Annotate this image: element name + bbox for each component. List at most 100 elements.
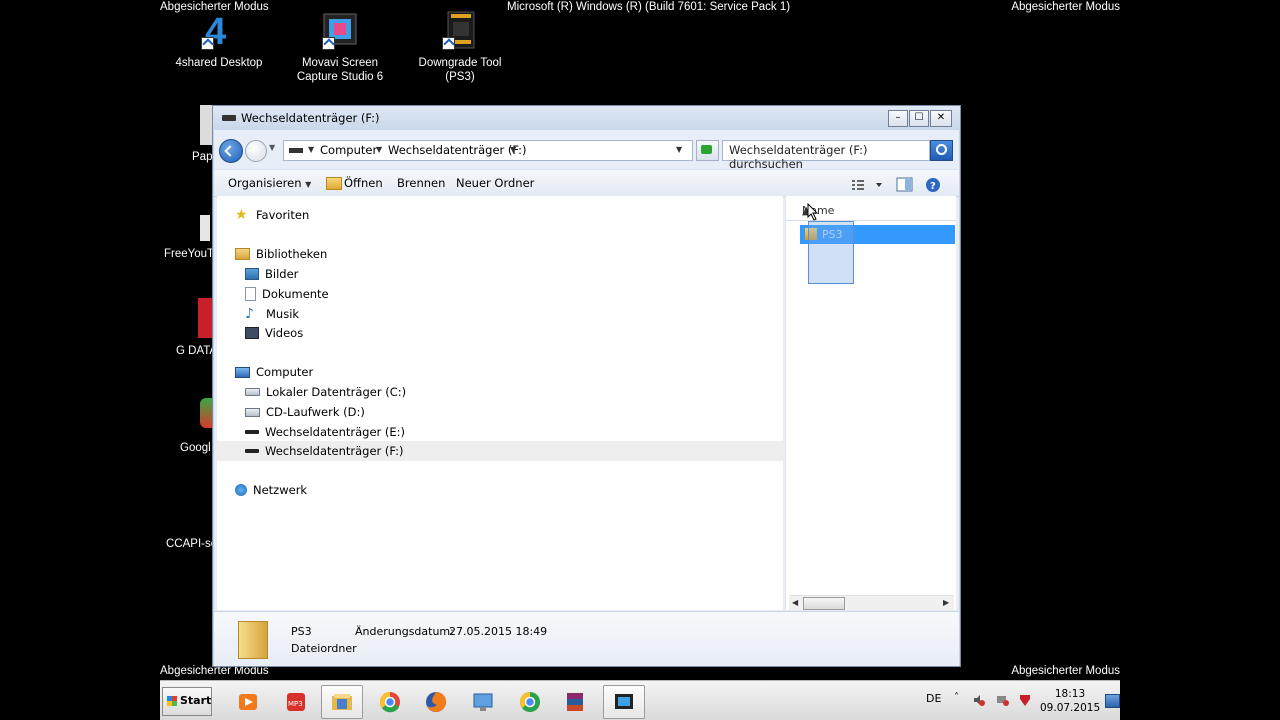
4shared-icon: 4 <box>199 10 239 53</box>
desktop-icon-clipped[interactable]: Googl <box>180 442 211 454</box>
taskbar-app-mp3[interactable]: MP3 <box>275 685 317 719</box>
recent-pages-chevron-icon[interactable]: ▼ <box>269 143 275 152</box>
nav-item-drive-f[interactable]: Wechseldatenträger (F:) <box>245 444 403 458</box>
folder-icon <box>332 694 352 710</box>
new-folder-button[interactable]: Neuer Ordner <box>456 176 534 190</box>
network-error-icon[interactable] <box>996 693 1010 707</box>
breadcrumb-chevron-icon[interactable]: ▼ <box>376 145 382 154</box>
nav-item-drive-c[interactable]: Lokaler Datenträger (C:) <box>245 385 406 399</box>
nav-label: Wechseldatenträger (F:) <box>265 444 404 458</box>
nav-item-computer[interactable]: Computer <box>235 365 313 379</box>
language-indicator[interactable]: DE <box>926 692 941 705</box>
window-title: Wechseldatenträger (F:) <box>241 111 380 125</box>
drag-selection-rectangle <box>808 221 854 284</box>
minimize-button[interactable]: – <box>888 110 908 127</box>
nav-item-pictures[interactable]: Bilder <box>245 267 298 281</box>
nav-label: Netzwerk <box>253 483 308 497</box>
removable-drive-icon <box>245 449 259 453</box>
taskbar-app-firefox[interactable] <box>415 685 457 719</box>
windows-logo-icon <box>167 696 177 706</box>
google-chrome-icon <box>200 398 212 428</box>
start-label: Start <box>180 694 212 707</box>
forward-button[interactable] <box>245 140 267 162</box>
desktop-icon-label: 4shared Desktop <box>175 57 263 69</box>
desktop-icon-downgrade-tool[interactable]: Downgrade Tool (PS3) <box>415 10 505 84</box>
paper-icon <box>200 105 212 145</box>
search-icon[interactable] <box>930 140 953 161</box>
scroll-right-icon[interactable]: ▶ <box>943 598 949 607</box>
open-folder-icon <box>326 177 342 190</box>
desktop-icon-clipped[interactable]: Pap <box>192 151 212 163</box>
breadcrumb-computer[interactable]: Computer <box>320 143 377 157</box>
music-note-icon: ♪ <box>245 305 254 322</box>
details-type: Dateiordner <box>291 642 357 655</box>
taskbar-app-chrome-2[interactable] <box>509 685 551 719</box>
details-modified-value: 27.05.2015 18:49 <box>449 625 548 638</box>
nav-item-libraries[interactable]: Bibliotheken <box>235 247 327 261</box>
organize-button[interactable]: Organisieren ▼ <box>228 176 311 190</box>
shortcut-arrow-icon <box>322 37 335 50</box>
nav-label: Lokaler Datenträger (C:) <box>266 385 407 399</box>
desktop-icon-clipped[interactable]: G DATA <box>176 345 217 357</box>
removable-drive-icon <box>222 115 236 121</box>
svg-text:?: ? <box>930 181 936 192</box>
clock[interactable]: 18:13 09.07.2015 <box>1040 687 1100 715</box>
desktop-icon-movavi[interactable]: Movavi Screen Capture Studio 6 <box>295 10 385 84</box>
desktop-icon-clipped[interactable]: CCAPI-se <box>166 538 217 550</box>
movavi-icon <box>320 10 360 50</box>
action-center-icon[interactable] <box>1105 694 1120 708</box>
network-icon <box>235 484 247 496</box>
breadcrumb-chevron-icon[interactable]: ▼ <box>308 145 314 154</box>
network-tool-icon <box>473 693 493 711</box>
breadcrumb-drive-f[interactable]: Wechseldatenträger (F:) <box>388 143 526 157</box>
taskbar-app-movavi[interactable] <box>603 685 645 719</box>
nav-item-documents[interactable]: Dokumente <box>245 287 329 301</box>
downgrade-tool-icon <box>440 10 480 50</box>
horizontal-scrollbar[interactable]: ◀ ▶ <box>789 595 954 610</box>
nav-item-drive-d[interactable]: CD-Laufwerk (D:) <box>245 405 365 419</box>
gdata-tray-icon[interactable] <box>1018 693 1032 707</box>
nav-item-network[interactable]: Netzwerk <box>235 483 307 497</box>
document-icon <box>245 287 256 301</box>
taskbar: Start MP3 DE ˄ 18:13 09.07.2015 <box>160 680 1120 720</box>
taskbar-app-network-tool[interactable] <box>462 685 504 719</box>
pictures-icon <box>245 268 259 280</box>
taskbar-app-media-player[interactable] <box>227 685 269 719</box>
computer-icon <box>235 366 250 378</box>
start-button[interactable]: Start <box>162 687 212 716</box>
movavi-icon <box>615 694 633 709</box>
back-button[interactable] <box>219 139 243 163</box>
taskbar-app-winrar[interactable] <box>554 685 596 719</box>
nav-item-music[interactable]: ♪ Musik <box>245 305 299 322</box>
open-button[interactable]: Öffnen <box>344 176 383 190</box>
close-button[interactable]: ✕ <box>930 110 952 127</box>
refresh-button[interactable] <box>696 140 719 161</box>
help-icon: ? <box>926 178 940 192</box>
desktop-icon-clipped[interactable]: FreeYouT <box>164 248 214 260</box>
star-icon: ★ <box>235 206 248 223</box>
nav-item-favorites[interactable]: ★ Favoriten <box>235 206 309 223</box>
desktop-icon-4shared[interactable]: 4 4shared Desktop <box>174 10 264 70</box>
taskbar-app-chrome[interactable] <box>369 685 411 719</box>
scroll-left-icon[interactable]: ◀ <box>792 598 798 607</box>
show-hidden-icons-chevron-icon[interactable]: ˄ <box>954 692 959 703</box>
address-bar[interactable]: ▼ Computer ▼ Wechseldatenträger (F:) ▼ ▼ <box>283 140 693 161</box>
address-history-chevron-icon[interactable]: ▼ <box>676 145 682 154</box>
firefox-icon <box>426 691 447 712</box>
burn-button[interactable]: Brennen <box>397 176 445 190</box>
media-player-icon <box>239 694 257 710</box>
safe-mode-label-bottom-right: Abgesicherter Modus <box>1011 665 1120 677</box>
maximize-button[interactable]: ☐ <box>909 110 929 127</box>
desktop-icon-label: Downgrade Tool (PS3) <box>418 57 502 83</box>
nav-label: CD-Laufwerk (D:) <box>266 405 365 419</box>
nav-item-videos[interactable]: Videos <box>245 326 303 340</box>
title-bar[interactable]: Wechseldatenträger (F:) – ☐ ✕ <box>213 106 960 130</box>
scrollbar-thumb[interactable] <box>803 597 845 610</box>
nav-item-drive-e[interactable]: Wechseldatenträger (E:) <box>245 425 405 439</box>
taskbar-app-explorer[interactable] <box>321 685 363 719</box>
volume-muted-icon[interactable] <box>972 693 986 707</box>
removable-drive-icon <box>245 430 259 434</box>
breadcrumb-chevron-icon[interactable]: ▼ <box>510 145 516 154</box>
nav-label: Computer <box>256 365 314 379</box>
search-input[interactable]: Wechseldatenträger (F:) durchsuchen <box>722 140 930 171</box>
